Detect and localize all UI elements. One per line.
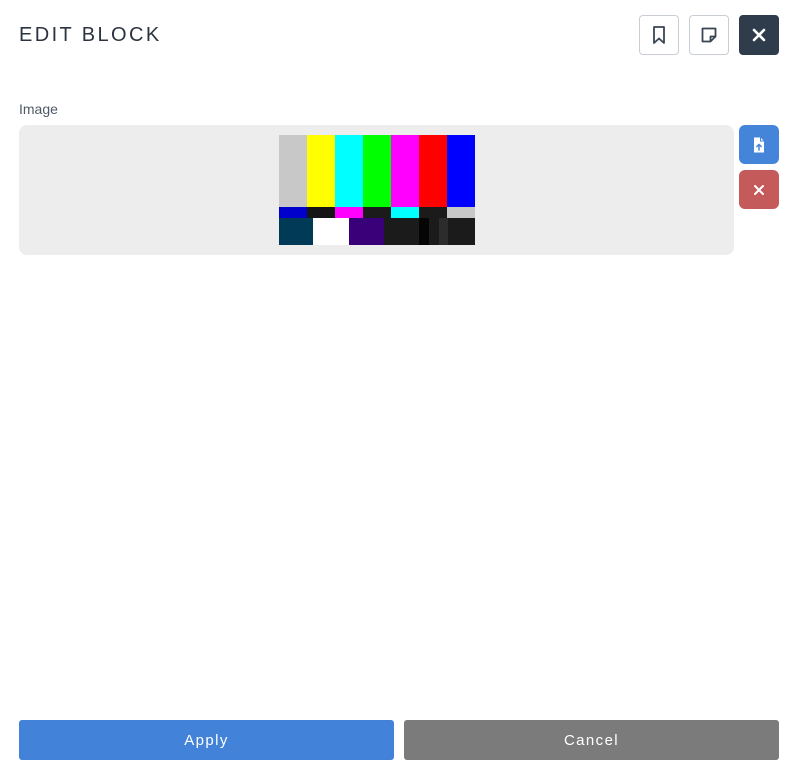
remove-image-button[interactable] [739, 170, 779, 209]
upload-image-button[interactable] [739, 125, 779, 164]
upload-file-icon [754, 137, 764, 152]
image-preview [279, 135, 475, 245]
bookmark-button[interactable] [639, 15, 679, 55]
cancel-button[interactable]: Cancel [404, 720, 779, 760]
close-button[interactable] [739, 15, 779, 55]
image-dropzone[interactable] [19, 125, 734, 255]
note-icon [701, 27, 717, 43]
note-button[interactable] [689, 15, 729, 55]
close-icon [752, 28, 766, 42]
bookmark-icon [653, 26, 665, 44]
page-title: EDIT BLOCK [19, 24, 162, 46]
remove-icon [754, 184, 764, 195]
image-field-label: Image [19, 101, 58, 117]
apply-button[interactable]: Apply [19, 720, 394, 760]
